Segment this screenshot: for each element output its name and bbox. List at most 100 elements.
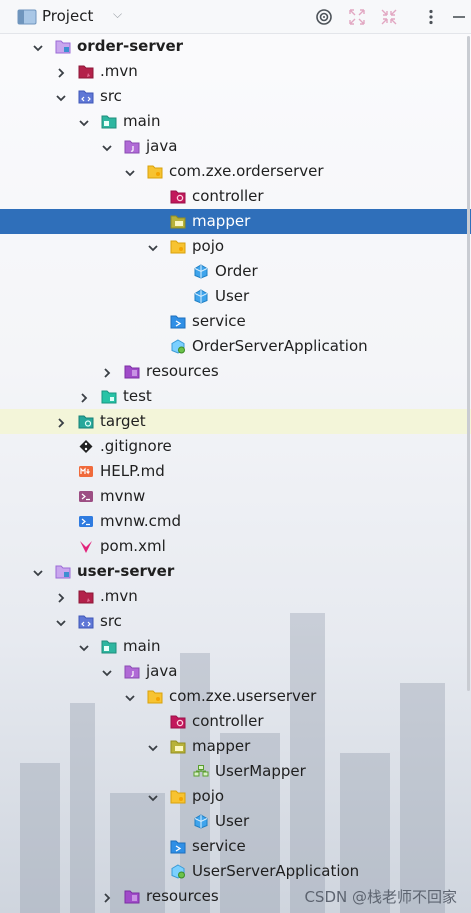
- scrollbar[interactable]: [467, 36, 470, 691]
- tree-node-label: user-server: [77, 562, 175, 580]
- target-folder-icon: [78, 414, 94, 429]
- cmd-file-icon: [78, 514, 94, 529]
- tree-node-label: order-server: [77, 37, 184, 55]
- project-tree: order-server .mvn src main java com.zxe.order…: [0, 34, 471, 909]
- java-folder-icon: [124, 139, 140, 154]
- chevron-down-icon[interactable]: [101, 665, 113, 677]
- maven-file-icon: [78, 539, 94, 554]
- tree-node-order[interactable]: Order: [0, 259, 471, 284]
- chevron-down-icon[interactable]: [32, 40, 44, 52]
- collapse-all-icon[interactable]: [380, 8, 398, 26]
- tree-node-com-zxe-userserver[interactable]: com.zxe.userserver: [0, 684, 471, 709]
- tree-node-label: java: [146, 662, 178, 680]
- tree-node-label: com.zxe.orderserver: [169, 162, 324, 180]
- chevron-right-icon[interactable]: [78, 390, 90, 403]
- tree-node-label: .mvn: [100, 587, 138, 605]
- tree-node-mvn[interactable]: .mvn: [0, 584, 471, 609]
- tree-node-label: test: [123, 387, 152, 405]
- mapper-folder-icon: [170, 739, 186, 754]
- package-folder-icon: [170, 789, 186, 804]
- tree-node-pojo[interactable]: pojo: [0, 784, 471, 809]
- chevron-down-icon[interactable]: [124, 165, 136, 177]
- chevron-right-icon[interactable]: [55, 590, 67, 603]
- tree-node-userserverapplication[interactable]: UserServerApplication: [0, 859, 471, 884]
- chevron-right-icon[interactable]: [101, 365, 113, 378]
- tree-node-label: pom.xml: [100, 537, 166, 555]
- tree-node-label: service: [192, 837, 246, 855]
- tree-node-gitignore[interactable]: .gitignore: [0, 434, 471, 459]
- tree-node-mvnw[interactable]: mvnw: [0, 484, 471, 509]
- shell-file-icon: [78, 489, 94, 504]
- tree-node-src[interactable]: src: [0, 609, 471, 634]
- src-folder-icon: [78, 89, 94, 104]
- chevron-down-icon[interactable]: [78, 115, 90, 127]
- expand-all-icon[interactable]: [348, 8, 366, 26]
- project-toolbar: Project ⌵: [0, 0, 471, 34]
- tree-node-label: src: [100, 87, 122, 105]
- tree-node-user-server[interactable]: user-server: [0, 559, 471, 584]
- tree-node-label: src: [100, 612, 122, 630]
- tree-node-pojo[interactable]: pojo: [0, 234, 471, 259]
- chevron-right-icon[interactable]: [55, 65, 67, 78]
- project-view-icon: [17, 9, 37, 25]
- src-folder-icon: [78, 614, 94, 629]
- tree-node-mapper[interactable]: mapper: [0, 209, 471, 234]
- chevron-down-icon[interactable]: [147, 790, 159, 802]
- main-folder-icon: [101, 114, 117, 129]
- tree-node-mvn[interactable]: .mvn: [0, 59, 471, 84]
- tree-node-target[interactable]: target: [0, 409, 471, 434]
- service-folder-icon: [170, 839, 186, 854]
- java-folder-icon: [124, 664, 140, 679]
- tree-node-service[interactable]: service: [0, 834, 471, 859]
- tree-node-pom-xml[interactable]: pom.xml: [0, 534, 471, 559]
- tree-node-label: main: [123, 112, 161, 130]
- tree-node-help-md[interactable]: HELP.md: [0, 459, 471, 484]
- package-folder-icon: [147, 164, 163, 179]
- tree-node-label: HELP.md: [100, 462, 165, 480]
- tree-node-java[interactable]: java: [0, 659, 471, 684]
- chevron-down-icon[interactable]: ⌵: [113, 7, 122, 22]
- tree-node-service[interactable]: service: [0, 309, 471, 334]
- chevron-down-icon[interactable]: [32, 565, 44, 577]
- tree-node-controller[interactable]: controller: [0, 709, 471, 734]
- chevron-down-icon[interactable]: [147, 240, 159, 252]
- markdown-file-icon: [78, 464, 94, 479]
- chevron-right-icon[interactable]: [55, 415, 67, 428]
- tree-node-controller[interactable]: controller: [0, 184, 471, 209]
- chevron-down-icon[interactable]: [55, 90, 67, 102]
- chevron-right-icon[interactable]: [101, 890, 113, 903]
- tree-node-user[interactable]: User: [0, 284, 471, 309]
- panel-title[interactable]: Project: [42, 7, 93, 25]
- chevron-down-icon[interactable]: [55, 615, 67, 627]
- tree-node-java[interactable]: java: [0, 134, 471, 159]
- mapper-folder-icon: [170, 214, 186, 229]
- tree-node-mvnw-cmd[interactable]: mvnw.cmd: [0, 509, 471, 534]
- tree-node-order-server[interactable]: order-server: [0, 34, 471, 59]
- tree-node-label: mapper: [192, 212, 251, 230]
- tree-node-mapper[interactable]: mapper: [0, 734, 471, 759]
- tree-node-main[interactable]: main: [0, 109, 471, 134]
- chevron-down-icon[interactable]: [78, 640, 90, 652]
- spring-app-file-icon: [170, 339, 186, 354]
- tree-node-main[interactable]: main: [0, 634, 471, 659]
- hide-panel-icon[interactable]: [450, 8, 468, 26]
- tree-node-src[interactable]: src: [0, 84, 471, 109]
- tree-node-com-zxe-orderserver[interactable]: com.zxe.orderserver: [0, 159, 471, 184]
- tree-node-resources[interactable]: resources: [0, 359, 471, 384]
- tree-node-label: .mvn: [100, 62, 138, 80]
- tree-node-label: UserServerApplication: [192, 862, 360, 880]
- chevron-down-icon[interactable]: [147, 740, 159, 752]
- locate-icon[interactable]: [315, 8, 333, 26]
- tree-node-label: target: [100, 412, 146, 430]
- more-options-icon[interactable]: [422, 8, 440, 26]
- chevron-down-icon[interactable]: [101, 140, 113, 152]
- tree-node-usermapper[interactable]: UserMapper: [0, 759, 471, 784]
- tree-node-label: mapper: [192, 737, 251, 755]
- watermark: CSDN @栈老师不回家: [304, 888, 457, 906]
- tree-node-label: .gitignore: [100, 437, 172, 455]
- tree-node-test[interactable]: test: [0, 384, 471, 409]
- tree-node-label: UserMapper: [215, 762, 306, 780]
- chevron-down-icon[interactable]: [124, 690, 136, 702]
- tree-node-orderserverapplication[interactable]: OrderServerApplication: [0, 334, 471, 359]
- tree-node-user[interactable]: User: [0, 809, 471, 834]
